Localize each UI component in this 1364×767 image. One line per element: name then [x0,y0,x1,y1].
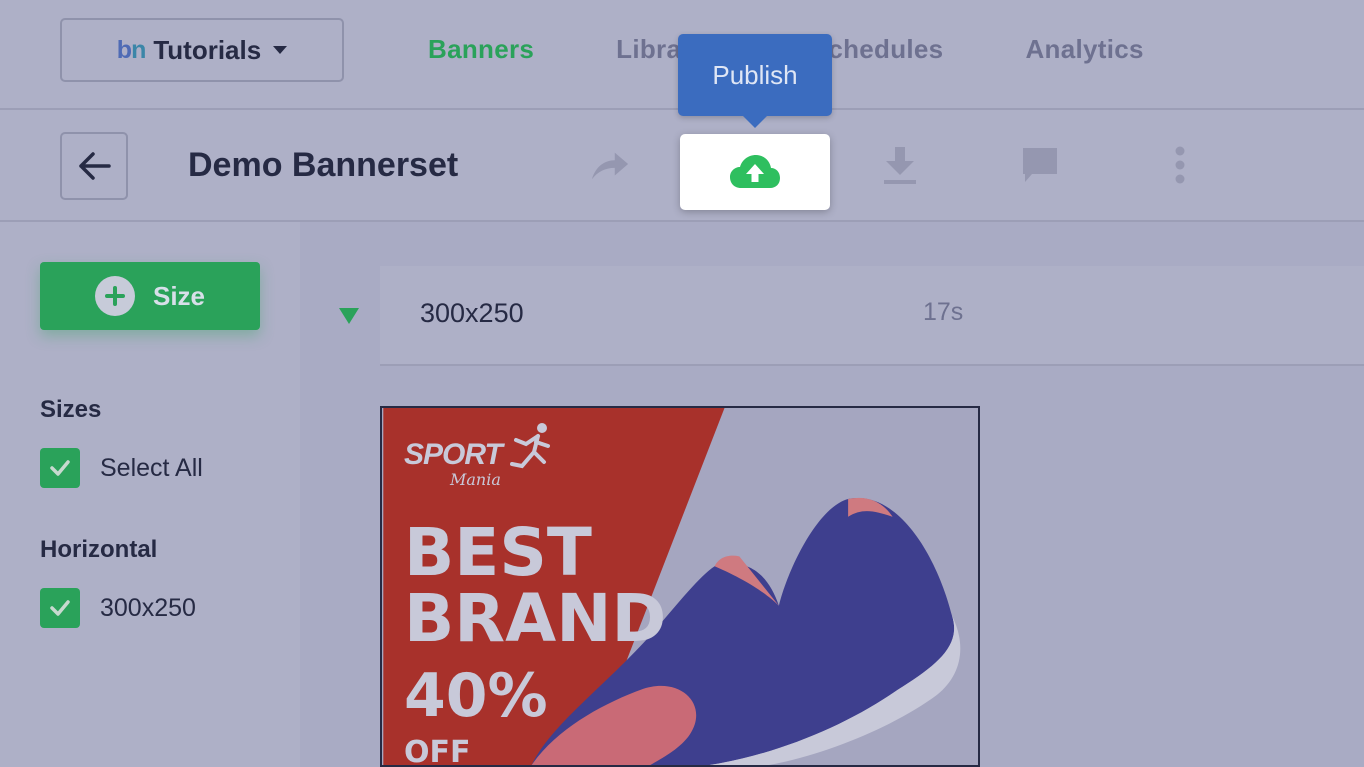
plus-icon [94,276,135,316]
size-300x250-row[interactable]: 300x250 [40,588,196,628]
banner-headline-best: BEST [404,514,592,591]
collapse-triangle-icon[interactable] [339,308,359,324]
share-button[interactable] [590,145,630,185]
share-icon [591,152,629,180]
size-300x250-label: 300x250 [100,593,196,622]
comments-button[interactable] [1020,145,1060,185]
download-icon [884,147,916,184]
comment-icon [1023,148,1057,182]
back-arrow-icon [79,152,111,180]
tab-analytics[interactable]: Analytics [1025,34,1143,65]
brand-logo-subtitle: Mania [450,470,501,489]
size-group-label: 300x250 [420,298,524,328]
bannerset-toolbar: Demo Bannerset [0,110,1364,222]
banner-headline-brand: BRAND [404,580,667,657]
banner-preview-300x250[interactable]: SPORT Mania BEST BRAND 40% OFF [380,406,980,767]
publish-button[interactable] [680,134,830,210]
cloud-upload-icon [730,155,780,188]
brand-logo-text: SPORT [404,438,503,471]
checkmark-icon [50,460,70,476]
size-300x250-checkbox[interactable] [40,588,80,628]
banner-off: OFF [404,735,471,767]
add-size-label: Size [152,280,206,311]
select-all-label: Select All [100,453,203,482]
brand-logo: bn [116,35,147,64]
download-button[interactable] [880,145,920,185]
workspace-name: Tutorials [153,34,262,65]
banner-discount: 40% [404,661,548,731]
tab-banners[interactable]: Banners [428,34,534,65]
more-options-button[interactable] [1160,145,1200,185]
sizes-sidebar: Size Sizes Select All Horizontal 300x250 [0,222,300,767]
page-title: Demo Bannerset [188,146,459,184]
select-all-checkbox[interactable] [40,448,80,488]
workspace-selector[interactable]: bn Tutorials [60,18,344,82]
chevron-down-icon [273,46,288,54]
runner-icon [510,423,550,469]
sizes-heading: Sizes [40,396,102,423]
publish-tooltip: Publish [678,34,832,128]
more-vertical-icon [1175,146,1185,184]
back-button[interactable] [60,132,128,200]
add-size-button[interactable]: Size [40,262,260,330]
checkmark-icon [50,600,70,616]
horizontal-heading: Horizontal [40,536,158,563]
size-group-header[interactable]: 300x250 17s [380,266,1364,366]
banner-duration: 17s [923,298,964,326]
select-all-row[interactable]: Select All [40,448,203,488]
